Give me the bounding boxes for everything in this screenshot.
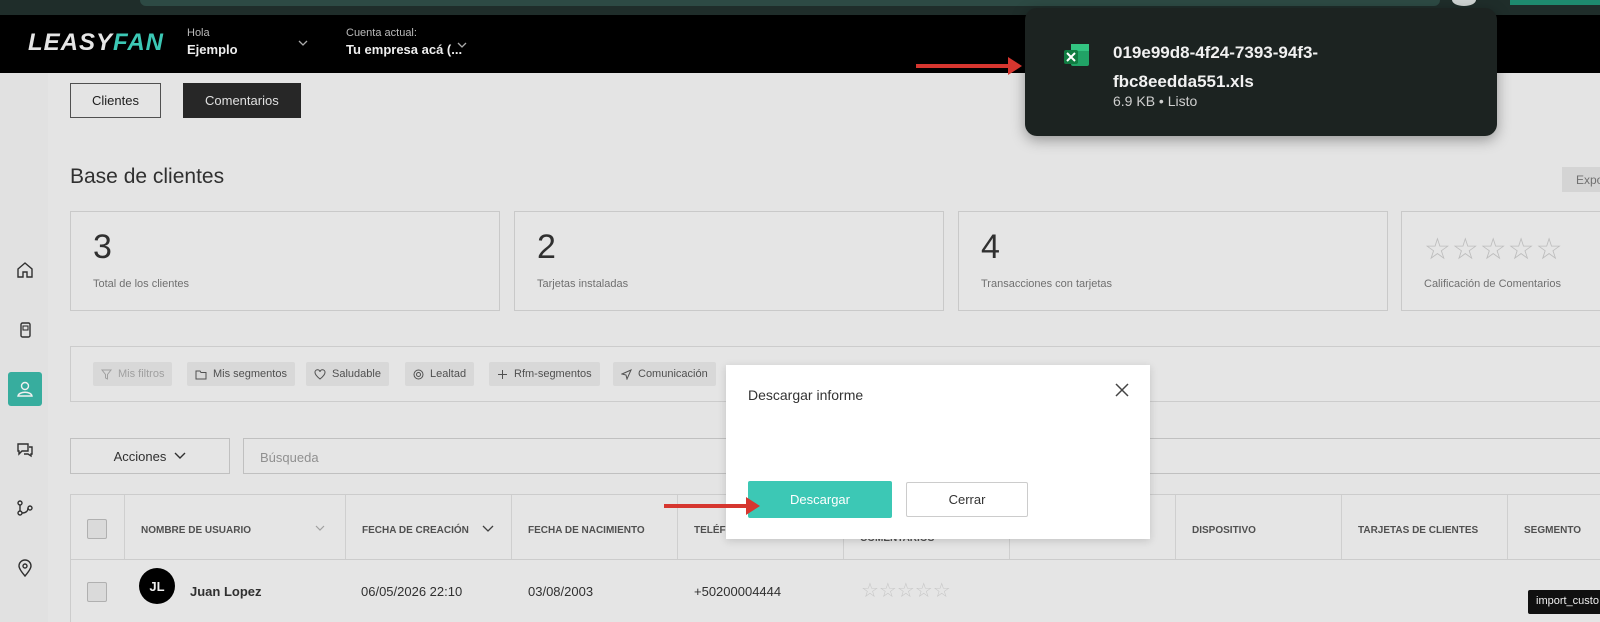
clients-icon[interactable] xyxy=(8,372,42,406)
filter-rfm-segmentos[interactable]: Rfm-segmentos xyxy=(489,362,600,386)
stat-label: Calificación de Comentarios xyxy=(1424,278,1561,290)
stat-card-rating: ☆☆☆☆☆ Calificación de Comentarios xyxy=(1401,211,1600,311)
download-notification[interactable]: 019e99d8-4f24-7393-94f3-fbc8eedda551.xls… xyxy=(1025,8,1497,136)
flow-icon[interactable] xyxy=(8,491,42,525)
account-label: Cuenta actual: xyxy=(346,27,417,39)
row-checkbox[interactable] xyxy=(87,582,107,602)
user-name-cell[interactable]: Juan Lopez xyxy=(190,584,262,599)
stat-value: 3 xyxy=(93,228,112,266)
stat-card-transactions: 4 Transacciones con tarjetas xyxy=(958,211,1388,311)
page-title: Base de clientes xyxy=(70,165,225,188)
export-button[interactable]: Expo xyxy=(1562,167,1600,192)
stat-value: 2 xyxy=(537,228,556,266)
download-report-dialog: Descargar informe Descargar Cerrar xyxy=(726,365,1150,539)
rating-stars: ☆☆☆☆☆ xyxy=(861,580,951,602)
birthdate-cell: 03/08/2003 xyxy=(528,584,594,599)
chevron-down-icon xyxy=(482,525,494,532)
download-button[interactable]: Descargar xyxy=(748,481,892,518)
user-name: Ejemplo xyxy=(187,42,238,57)
column-header-created[interactable]: FECHA DE CREACIÓN xyxy=(345,495,511,559)
table-row[interactable]: JL Juan Lopez 06/05/2026 22:10 03/08/200… xyxy=(70,560,1600,622)
browser-action-button[interactable] xyxy=(1510,0,1600,5)
annotation-arrow xyxy=(916,57,1022,75)
brand-logo[interactable]: LEASYFAN xyxy=(28,29,164,57)
excel-file-icon xyxy=(1063,42,1091,70)
chevron-down-icon[interactable] xyxy=(298,37,308,49)
stat-card-cards-installed: 2 Tarjetas instaladas xyxy=(514,211,944,311)
chevron-down-icon[interactable] xyxy=(457,39,467,51)
account-selector[interactable]: Cuenta actual: Tu empresa acá (... xyxy=(346,27,462,57)
close-button[interactable]: Cerrar xyxy=(906,482,1028,517)
chevron-down-icon xyxy=(315,525,325,531)
heart-icon xyxy=(314,368,326,380)
close-icon[interactable] xyxy=(1110,379,1134,403)
funnel-icon xyxy=(101,369,112,380)
rating-stars: ☆☆☆☆☆ xyxy=(1424,233,1564,266)
stat-label: Total de los clientes xyxy=(93,278,189,290)
column-header-device[interactable]: DISPOSITIVO xyxy=(1175,495,1341,559)
chat-icon[interactable] xyxy=(8,433,42,467)
send-icon xyxy=(621,368,632,380)
download-status: 6.9 KB • Listo xyxy=(1113,93,1198,109)
column-header-segment[interactable]: SEGMENTO xyxy=(1507,495,1600,559)
actions-label: Acciones xyxy=(113,448,167,464)
dialog-title: Descargar informe xyxy=(748,387,864,403)
stat-card-total-clients: 3 Total de los clientes xyxy=(70,211,500,311)
avatar: JL xyxy=(139,568,175,604)
location-pin-icon[interactable] xyxy=(8,551,42,585)
download-filename: 019e99d8-4f24-7393-94f3-fbc8eedda551.xls xyxy=(1113,43,1319,91)
chevron-down-icon xyxy=(174,452,186,459)
column-header-client-cards[interactable]: TARJETAS DE CLIENTES xyxy=(1341,495,1507,559)
filter-saludable[interactable]: Saludable xyxy=(306,362,389,386)
column-header-username[interactable]: NOMBRE DE USUARIO xyxy=(124,495,344,559)
stat-label: Transacciones con tarjetas xyxy=(981,278,1113,290)
segment-badge[interactable]: import_custo xyxy=(1528,590,1600,614)
filter-mis-segmentos[interactable]: Mis segmentos xyxy=(187,362,295,386)
account-name: Tu empresa acá (... xyxy=(346,42,463,57)
move-icon xyxy=(498,369,507,379)
filter-comunicacion[interactable]: Comunicación xyxy=(613,362,716,386)
tab-comentarios[interactable]: Comentarios xyxy=(183,83,301,118)
loyalty-icon xyxy=(413,369,424,379)
stat-value: 4 xyxy=(981,228,1000,266)
sidebar xyxy=(0,73,48,622)
created-cell: 06/05/2026 22:10 xyxy=(361,584,463,599)
profile-avatar[interactable] xyxy=(1452,0,1476,6)
column-header-birthdate[interactable]: FECHA DE NACIMIENTO xyxy=(511,495,677,559)
home-icon[interactable] xyxy=(8,253,42,287)
filter-mis-filtros[interactable]: Mis filtros xyxy=(93,362,173,386)
filter-lealtad[interactable]: Lealtad xyxy=(405,362,475,386)
annotation-arrow xyxy=(664,497,760,515)
tab-clientes[interactable]: Clientes xyxy=(70,83,161,118)
device-icon[interactable] xyxy=(8,313,42,347)
address-bar-edge[interactable] xyxy=(140,0,1440,6)
user-greeting[interactable]: Hola Ejemplo xyxy=(187,27,238,57)
actions-dropdown[interactable]: Acciones xyxy=(70,438,230,474)
stat-label: Tarjetas instaladas xyxy=(537,278,629,290)
folder-icon xyxy=(195,370,207,379)
greeting-label: Hola xyxy=(187,27,210,39)
phone-cell: +50200004444 xyxy=(694,584,782,599)
select-all-checkbox[interactable] xyxy=(87,519,107,539)
